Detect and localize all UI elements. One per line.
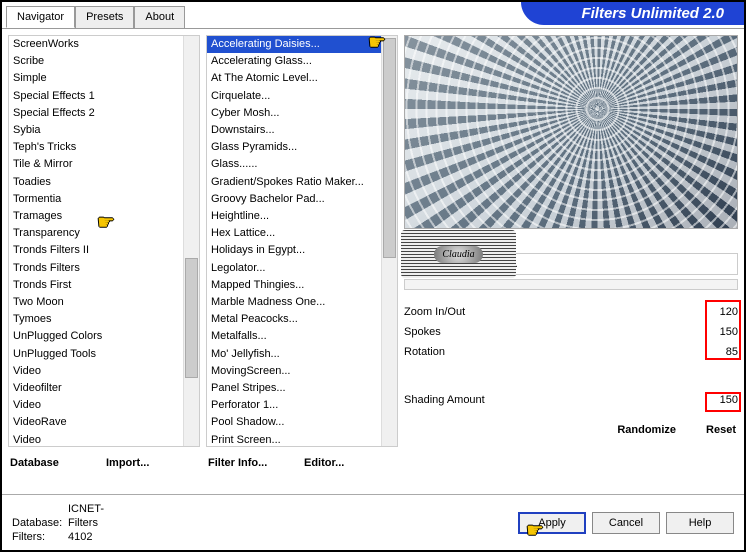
list-item[interactable]: Tile & Mirror	[9, 156, 183, 173]
filter-buttons: Filter Info... Editor...	[206, 447, 398, 473]
list-item[interactable]: Holidays in Egypt...	[207, 242, 381, 259]
list-item[interactable]: Video	[9, 432, 183, 446]
list-item[interactable]: Scribe	[9, 53, 183, 70]
list-item[interactable]: Special Effects 2	[9, 105, 183, 122]
param-value: 85	[706, 346, 738, 358]
list-item[interactable]: At The Atomic Level...	[207, 70, 381, 87]
list-item[interactable]: Two Moon	[9, 294, 183, 311]
param-shading[interactable]: Shading Amount 150	[404, 390, 738, 410]
list-item[interactable]: Tormentia	[9, 191, 183, 208]
list-item[interactable]: Special Effects 1	[9, 88, 183, 105]
list-item[interactable]: Metal Peacocks...	[207, 311, 381, 328]
list-item[interactable]: Print Screen...	[207, 432, 381, 446]
list-item[interactable]: Legolator...	[207, 260, 381, 277]
list-item[interactable]: ScreenWorks	[9, 36, 183, 53]
param-value: 150	[706, 394, 738, 406]
list-item[interactable]: MovingScreen...	[207, 363, 381, 380]
progress-bar	[404, 279, 738, 290]
list-item[interactable]: Downstairs...	[207, 122, 381, 139]
main-panel: ScreenWorksScribeSimpleSpecial Effects 1…	[2, 28, 744, 473]
reset-button[interactable]: Reset	[678, 420, 738, 440]
category-list[interactable]: ScreenWorksScribeSimpleSpecial Effects 1…	[8, 35, 200, 447]
param-label: Spokes	[404, 326, 706, 338]
list-item[interactable]: Video	[9, 363, 183, 380]
param-label: Shading Amount	[404, 394, 706, 406]
param-row[interactable]: Spokes150	[404, 322, 738, 342]
param-value: 150	[706, 326, 738, 338]
list-item[interactable]: Tronds First	[9, 277, 183, 294]
list-item[interactable]: Teph's Tricks	[9, 139, 183, 156]
param-row[interactable]: Zoom In/Out120	[404, 302, 738, 322]
list-item[interactable]: Pool Shadow...	[207, 414, 381, 431]
list-item[interactable]: Glass......	[207, 156, 381, 173]
filter-list[interactable]: Accelerating Daisies...Accelerating Glas…	[206, 35, 398, 447]
scrollbar[interactable]	[381, 36, 397, 446]
header: Navigator Presets About Filters Unlimite…	[2, 2, 744, 28]
list-item[interactable]: Videofilter	[9, 380, 183, 397]
footer: Database:ICNET-Filters Filters:4102 Appl…	[2, 494, 744, 550]
import-button[interactable]: Import...	[104, 453, 200, 473]
list-item[interactable]: Mapped Thingies...	[207, 277, 381, 294]
list-item[interactable]: Cyber Mosh...	[207, 105, 381, 122]
list-item[interactable]: Panel Stripes...	[207, 380, 381, 397]
scrollbar[interactable]	[183, 36, 199, 446]
footer-info: Database:ICNET-Filters Filters:4102	[12, 502, 124, 544]
watermark: Claudia	[401, 230, 516, 278]
list-item[interactable]: Heightline...	[207, 208, 381, 225]
parameter-panel: Zoom In/Out120Spokes150Rotation85 Shadin…	[404, 302, 738, 410]
randomize-button[interactable]: Randomize	[541, 420, 678, 440]
list-item[interactable]: Hex Lattice...	[207, 225, 381, 242]
list-item[interactable]: Transparency	[9, 225, 183, 242]
list-item[interactable]: Simple	[9, 70, 183, 87]
param-buttons: Randomize Reset	[404, 414, 738, 440]
preview-image	[404, 35, 738, 229]
editor-button[interactable]: Editor...	[302, 453, 398, 473]
help-button[interactable]: Help	[666, 512, 734, 534]
database-button[interactable]: Database	[8, 453, 104, 473]
list-item[interactable]: VideoRave	[9, 414, 183, 431]
list-item[interactable]: Accelerating Daisies...	[207, 36, 381, 53]
list-item[interactable]: Sybia	[9, 122, 183, 139]
category-buttons: Database Import...	[8, 447, 200, 473]
tab-about[interactable]: About	[134, 6, 185, 28]
list-item[interactable]: Toadies	[9, 174, 183, 191]
app-title: Filters Unlimited 2.0	[521, 2, 744, 25]
list-item[interactable]: Tymoes	[9, 311, 183, 328]
list-item[interactable]: Video	[9, 397, 183, 414]
cancel-button[interactable]: Cancel	[592, 512, 660, 534]
list-item[interactable]: Perforator 1...	[207, 397, 381, 414]
param-value: 120	[706, 306, 738, 318]
list-item[interactable]: Marble Madness One...	[207, 294, 381, 311]
list-item[interactable]: Mo' Jellyfish...	[207, 346, 381, 363]
list-item[interactable]: Metalfalls...	[207, 328, 381, 345]
list-item[interactable]: Tramages	[9, 208, 183, 225]
tab-bar: Navigator Presets About	[6, 6, 185, 28]
filter-info-button[interactable]: Filter Info...	[206, 453, 302, 473]
param-label: Zoom In/Out	[404, 306, 706, 318]
list-item[interactable]: Groovy Bachelor Pad...	[207, 191, 381, 208]
list-item[interactable]: Cirquelate...	[207, 88, 381, 105]
list-item[interactable]: Tronds Filters II	[9, 242, 183, 259]
tab-navigator[interactable]: Navigator	[6, 6, 75, 28]
list-item[interactable]: Tronds Filters	[9, 260, 183, 277]
param-row[interactable]: Rotation85	[404, 342, 738, 362]
list-item[interactable]: Glass Pyramids...	[207, 139, 381, 156]
tab-presets[interactable]: Presets	[75, 6, 134, 28]
list-item[interactable]: UnPlugged Colors	[9, 328, 183, 345]
list-item[interactable]: Gradient/Spokes Ratio Maker...	[207, 174, 381, 191]
apply-button[interactable]: Apply	[518, 512, 586, 534]
param-label: Rotation	[404, 346, 706, 358]
list-item[interactable]: Accelerating Glass...	[207, 53, 381, 70]
list-item[interactable]: UnPlugged Tools	[9, 346, 183, 363]
